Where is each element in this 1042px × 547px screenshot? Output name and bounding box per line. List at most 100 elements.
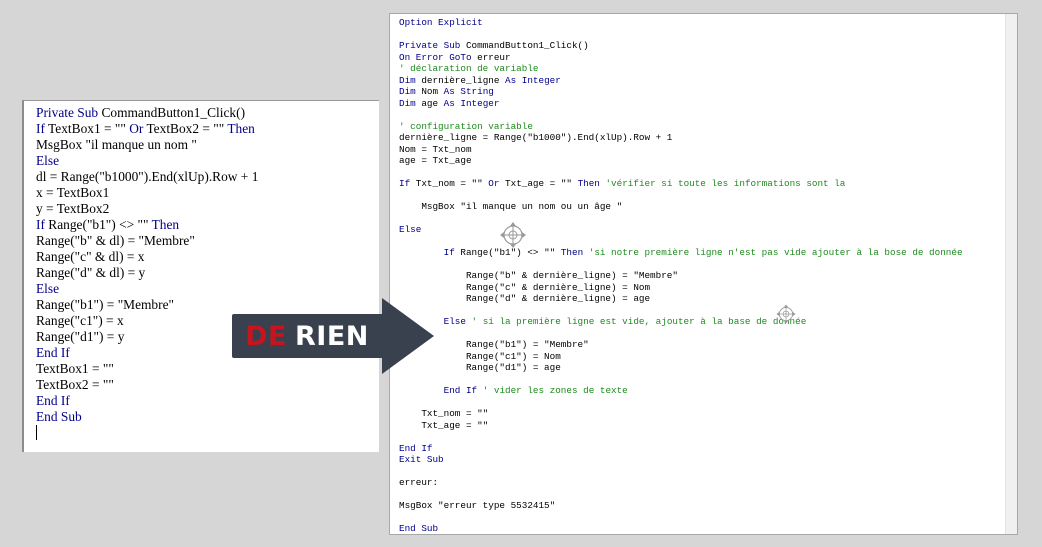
- code-line[interactable]: Txt_nom = "": [399, 408, 963, 420]
- code-line[interactable]: x = TextBox1: [36, 185, 258, 201]
- code-line[interactable]: [399, 374, 963, 386]
- code-line[interactable]: [399, 190, 963, 202]
- code-keyword: Or: [488, 178, 506, 189]
- code-line[interactable]: Range("d" & dernière_ligne) = age: [399, 293, 963, 305]
- code-line[interactable]: Nom = Txt_nom: [399, 144, 963, 156]
- code-line[interactable]: TextBox1 = "": [36, 361, 258, 377]
- code-token: Range("b1") <> "": [48, 217, 152, 232]
- code-line[interactable]: [399, 167, 963, 179]
- code-line[interactable]: Dim Nom As String: [399, 86, 963, 98]
- code-keyword: End If: [36, 393, 70, 408]
- code-line[interactable]: Else: [36, 153, 258, 169]
- code-line[interactable]: dl = Range("b1000").End(xlUp).Row + 1: [36, 169, 258, 185]
- code-line[interactable]: End If ' vider les zones de texte: [399, 385, 963, 397]
- code-line[interactable]: ' déclaration de variable: [399, 63, 963, 75]
- code-token: TextBox1 = "": [48, 121, 130, 136]
- code-line[interactable]: On Error GoTo erreur: [399, 52, 963, 64]
- code-line[interactable]: End If: [399, 443, 963, 455]
- code-line[interactable]: [399, 259, 963, 271]
- code-line[interactable]: erreur:: [399, 477, 963, 489]
- code-line[interactable]: Dim dernière_ligne As Integer: [399, 75, 963, 87]
- code-line[interactable]: Range("c" & dernière_ligne) = Nom: [399, 282, 963, 294]
- code-line[interactable]: y = TextBox2: [36, 201, 258, 217]
- code-line[interactable]: Else ' si la première ligne est vide, aj…: [399, 316, 963, 328]
- code-line[interactable]: [399, 236, 963, 248]
- code-line[interactable]: MsgBox "il manque un nom ou un âge ": [399, 201, 963, 213]
- code-keyword: End Sub: [36, 409, 82, 424]
- code-line[interactable]: If Range("b1") <> "" Then: [36, 217, 258, 233]
- code-token: Range("d1") = y: [36, 329, 125, 344]
- code-line[interactable]: Private Sub CommandButton1_Click(): [399, 40, 963, 52]
- vertical-scrollbar[interactable]: [1005, 14, 1017, 534]
- code-keyword: Then: [577, 178, 606, 189]
- code-line[interactable]: [399, 213, 963, 225]
- code-line[interactable]: [399, 305, 963, 317]
- code-token: Txt_age = "": [399, 419, 489, 431]
- code-line[interactable]: If TextBox1 = "" Or TextBox2 = "" Then: [36, 121, 258, 137]
- code-keyword: End If: [443, 385, 483, 396]
- code-line[interactable]: Range("b" & dernière_ligne) = "Membre": [399, 270, 963, 282]
- code-line[interactable]: ' configuration variable: [399, 121, 963, 133]
- code-line[interactable]: Range("b" & dl) = "Membre": [36, 233, 258, 249]
- code-line[interactable]: Range("c" & dl) = x: [36, 249, 258, 265]
- code-line[interactable]: [399, 512, 963, 524]
- left-code-text[interactable]: Private Sub CommandButton1_Click() If Tex…: [36, 105, 258, 441]
- code-line[interactable]: Txt_age = "": [399, 420, 963, 432]
- code-keyword: Then: [560, 247, 589, 258]
- code-line[interactable]: [399, 431, 963, 443]
- code-line[interactable]: [399, 109, 963, 121]
- code-token: x = TextBox1: [36, 185, 110, 200]
- move-cursor-icon: [776, 304, 796, 324]
- code-token: y = TextBox2: [36, 201, 110, 216]
- code-line[interactable]: Range("b1") = "Membre": [36, 297, 258, 313]
- code-line[interactable]: End Sub: [36, 409, 258, 425]
- code-line[interactable]: dernière_ligne = Range("b1000").End(xlUp…: [399, 132, 963, 144]
- code-line[interactable]: Range("d" & dl) = y: [36, 265, 258, 281]
- code-line[interactable]: [399, 29, 963, 41]
- code-token: Range("c" & dl) = x: [36, 249, 145, 264]
- code-line[interactable]: [399, 397, 963, 409]
- code-line[interactable]: Range("d1") = y: [36, 329, 258, 345]
- code-line[interactable]: TextBox2 = "": [36, 377, 258, 393]
- code-line[interactable]: Range("b1") = "Membre": [399, 339, 963, 351]
- code-token: MsgBox "il manque un nom ou un âge ": [399, 201, 623, 212]
- code-line[interactable]: [36, 425, 258, 441]
- code-token: MsgBox "erreur type 5532415": [399, 500, 556, 511]
- right-code-text[interactable]: Option Explicit Private Sub CommandButton…: [399, 17, 963, 534]
- code-line[interactable]: age = Txt_age: [399, 155, 963, 167]
- code-line[interactable]: Exit Sub: [399, 454, 963, 466]
- code-line[interactable]: End Sub: [399, 523, 963, 534]
- code-keyword: End If: [399, 442, 433, 454]
- code-token: Nom: [421, 86, 444, 97]
- code-line[interactable]: [399, 328, 963, 340]
- code-token: erreur: [477, 51, 511, 63]
- code-line[interactable]: Range("c1") = x: [36, 313, 258, 329]
- code-token: TextBox1 = "": [36, 361, 114, 376]
- code-line[interactable]: If Range("b1") <> "" Then 'si notre prem…: [399, 247, 963, 259]
- code-line[interactable]: Option Explicit: [399, 17, 963, 29]
- code-keyword: End If: [36, 345, 70, 360]
- banner-word-rien: RIEN: [294, 320, 369, 352]
- code-keyword: If: [399, 178, 416, 189]
- right-code-editor[interactable]: Option Explicit Private Sub CommandButton…: [389, 13, 1018, 535]
- left-code-editor[interactable]: Private Sub CommandButton1_Click() If Tex…: [22, 100, 379, 452]
- code-comment: ' si la première ligne est vide, ajouter…: [471, 316, 807, 327]
- code-line[interactable]: Else: [36, 281, 258, 297]
- code-line[interactable]: End If: [36, 393, 258, 409]
- code-line[interactable]: Else: [399, 224, 963, 236]
- code-line[interactable]: Range("c1") = Nom: [399, 351, 963, 363]
- code-token: age = Txt_age: [399, 155, 472, 166]
- code-line[interactable]: Range("d1") = age: [399, 362, 963, 374]
- code-line[interactable]: If Txt_nom = "" Or Txt_age = "" Then 'vé…: [399, 178, 963, 190]
- code-line[interactable]: Dim age As Integer: [399, 98, 963, 110]
- code-line[interactable]: MsgBox "il manque un nom ": [36, 137, 258, 153]
- code-line[interactable]: MsgBox "erreur type 5532415": [399, 500, 963, 512]
- code-line[interactable]: End If: [36, 345, 258, 361]
- code-comment: 'vérifier si toute les informations sont…: [605, 178, 846, 189]
- code-line[interactable]: [399, 466, 963, 478]
- code-line[interactable]: [399, 489, 963, 501]
- code-token: Txt_nom = "": [399, 408, 489, 419]
- code-keyword: Else: [36, 153, 60, 168]
- code-line[interactable]: Private Sub CommandButton1_Click(): [36, 105, 258, 121]
